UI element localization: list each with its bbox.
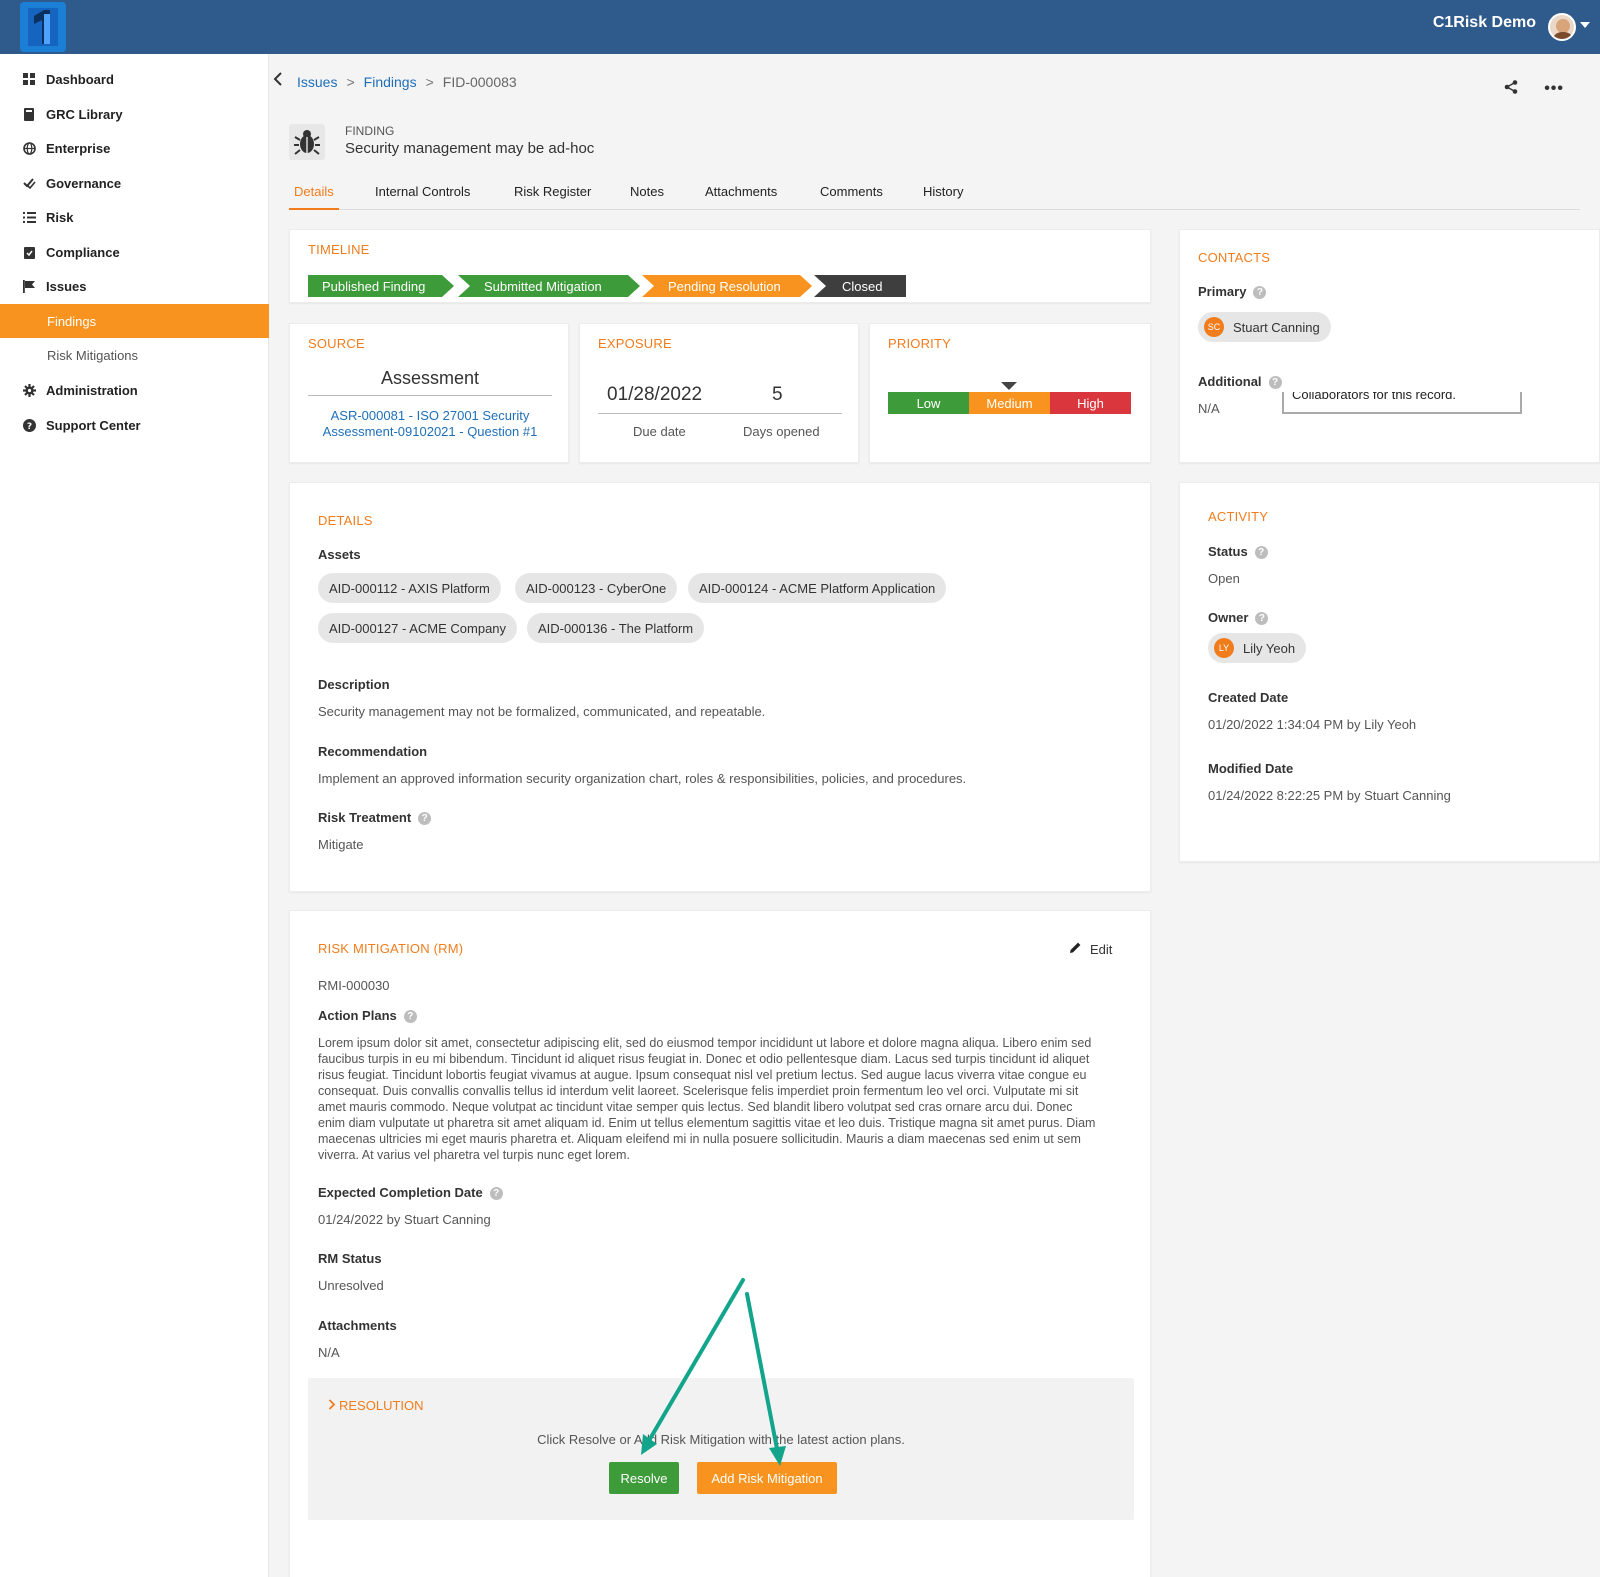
sidebar-item-compliance[interactable]: Compliance — [0, 235, 269, 269]
sidebar-item-risk-mitigations[interactable]: Risk Mitigations — [0, 338, 269, 372]
arrowhead-icon — [769, 1446, 786, 1466]
sidebar-item-label: Administration — [46, 382, 138, 398]
chevron-down-icon[interactable] — [1580, 22, 1590, 28]
user-avatar[interactable] — [1548, 13, 1576, 41]
annotation-arrow-line — [745, 1292, 780, 1456]
sidebar-item-governance[interactable]: Governance — [0, 166, 269, 200]
dashboard-icon — [22, 72, 36, 86]
sidebar: Dashboard GRC Library Enterprise Governa… — [0, 54, 269, 1577]
sidebar-item-findings[interactable]: Findings — [0, 304, 269, 338]
sidebar-item-administration[interactable]: Administration — [0, 373, 269, 407]
top-bar: C1Risk Demo — [0, 0, 1600, 54]
sidebar-item-grc-library[interactable]: GRC Library — [0, 97, 269, 131]
app-logo[interactable] — [20, 2, 66, 52]
sidebar-item-label: Dashboard — [46, 71, 114, 87]
svg-text:?: ? — [26, 422, 31, 432]
flag-icon — [22, 279, 36, 293]
sidebar-item-risk[interactable]: Risk — [0, 200, 269, 234]
sidebar-item-label: Governance — [46, 175, 122, 191]
sidebar-item-dashboard[interactable]: Dashboard — [0, 62, 269, 96]
user-name[interactable]: C1Risk Demo — [1433, 14, 1536, 32]
book-icon — [22, 107, 36, 121]
sidebar-item-support-center[interactable]: ? Support Center — [0, 408, 269, 442]
sidebar-item-label: Enterprise — [46, 140, 111, 156]
sidebar-item-issues[interactable]: Issues — [0, 269, 269, 303]
sidebar-item-label: Compliance — [46, 244, 120, 260]
check-double-icon — [22, 176, 36, 190]
sidebar-item-label: GRC Library — [46, 106, 123, 122]
gear-icon — [22, 383, 36, 397]
globe-icon — [22, 141, 36, 155]
question-circle-icon: ? — [22, 418, 36, 432]
main-content: Issues > Findings > FID-000083 ••• FINDI… — [269, 54, 1600, 1577]
sidebar-item-enterprise[interactable]: Enterprise — [0, 131, 269, 165]
sidebar-item-label: Findings — [47, 313, 97, 329]
sidebar-item-label: Risk Mitigations — [47, 347, 139, 363]
sidebar-item-label: Issues — [46, 278, 87, 294]
annotation-arrow-line — [645, 1278, 745, 1446]
clipboard-check-icon — [22, 245, 36, 259]
sidebar-item-label: Risk — [46, 209, 74, 225]
sidebar-item-label: Support Center — [46, 417, 141, 433]
list-icon — [22, 210, 36, 224]
annotation-arrows — [641, 1278, 786, 1466]
